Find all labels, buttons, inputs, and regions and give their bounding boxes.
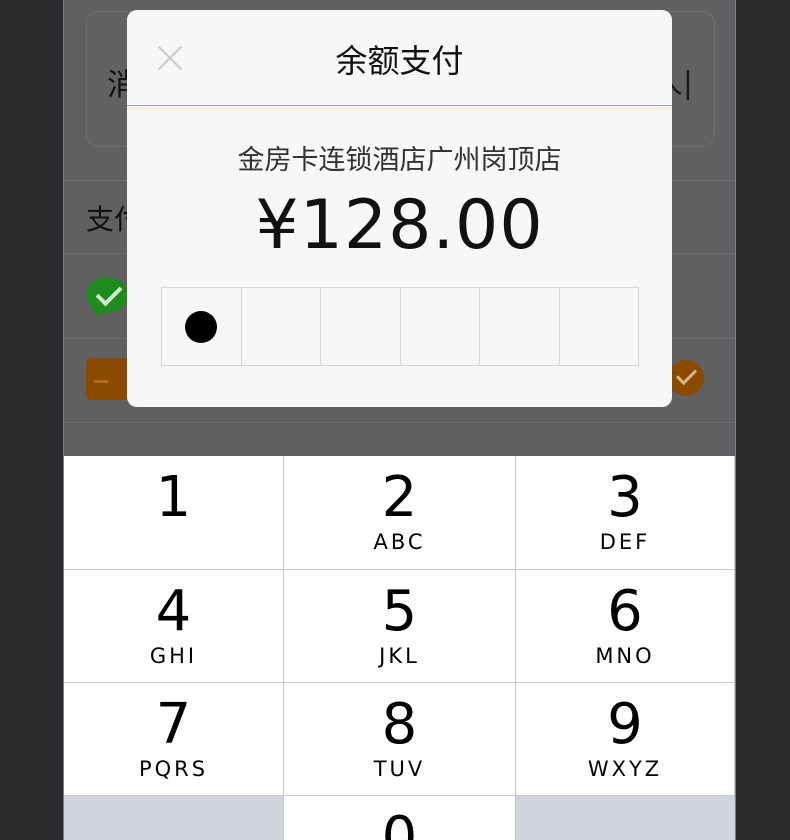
keypad-key-6[interactable]: 6 MNO: [516, 570, 735, 683]
keypad-key-1[interactable]: 1: [64, 456, 284, 570]
password-digit-slot: [480, 288, 560, 365]
keypad-blank-key: [64, 796, 284, 840]
key-digit: 5: [381, 579, 418, 644]
password-input[interactable]: [161, 287, 639, 366]
key-digit: 2: [381, 465, 418, 530]
password-digit-slot: [401, 288, 480, 365]
keypad-key-0[interactable]: 0: [284, 796, 516, 840]
wechat-pay-icon: [86, 277, 128, 313]
key-digit: 9: [607, 692, 643, 757]
password-digit-slot: [560, 288, 639, 365]
keypad-key-8[interactable]: 8 TUV: [284, 683, 516, 796]
key-digit: 3: [607, 465, 643, 530]
key-letters: WXYZ: [587, 757, 663, 781]
password-digit-slot: [321, 288, 401, 365]
key-digit: 4: [155, 579, 192, 644]
key-letters: MNO: [595, 644, 655, 668]
keypad-key-2[interactable]: 2 ABC: [284, 456, 516, 570]
balance-pay-dialog: 余额支付 金房卡连锁酒店广州岗顶店 ¥128.00: [127, 10, 672, 407]
divider: [64, 422, 735, 423]
keypad-key-4[interactable]: 4 GHI: [64, 570, 284, 683]
key-letters: DEF: [599, 530, 651, 554]
key-digit: 8: [381, 692, 418, 757]
dialog-header: 余额支付: [127, 10, 672, 106]
key-digit: 7: [155, 692, 192, 757]
selected-check-icon: [668, 360, 704, 396]
key-digit: 1: [155, 465, 192, 530]
keypad-delete-key[interactable]: [516, 796, 735, 840]
keypad-key-3[interactable]: 3 DEF: [516, 456, 735, 570]
dialog-title: 余额支付: [335, 42, 464, 80]
key-letters: ABC: [373, 530, 426, 554]
keypad-key-9[interactable]: 9 WXYZ: [516, 683, 735, 796]
password-dot: [185, 310, 218, 343]
password-digit-slot: [242, 288, 321, 365]
key-letters: PQRS: [138, 757, 209, 781]
password-digit-slot: [162, 288, 242, 365]
payment-amount: ¥128.00: [255, 186, 544, 265]
key-letters: GHI: [149, 644, 198, 668]
keypad-key-7[interactable]: 7 PQRS: [64, 683, 284, 796]
merchant-name: 金房卡连锁酒店广州岗顶店: [237, 145, 562, 176]
numeric-keypad: 1 2 ABC 3 DEF 4 GHI 5 JKL 6 MNO 7 PQRS 8 TUV 9 WXYZ 0: [64, 456, 735, 840]
keypad-key-5[interactable]: 5 JKL: [284, 570, 516, 683]
key-letters: JKL: [379, 644, 420, 668]
balance-card-icon: [86, 358, 130, 400]
key-digit: 6: [607, 579, 643, 644]
key-letters: TUV: [373, 757, 426, 781]
key-digit: 0: [381, 805, 418, 840]
